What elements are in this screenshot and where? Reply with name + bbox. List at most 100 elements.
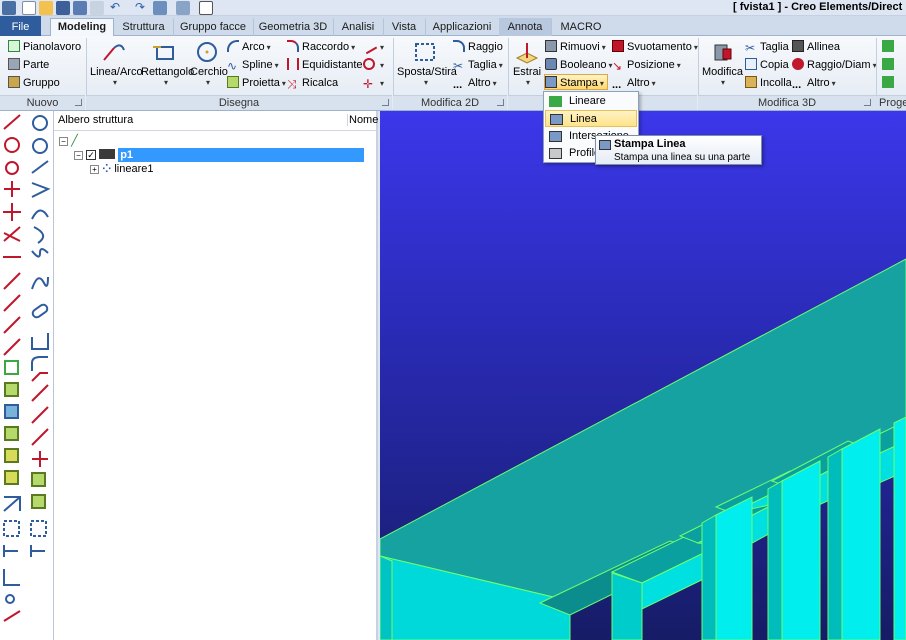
diagonal-line2-icon [3, 294, 21, 312]
window-icon[interactable] [199, 1, 213, 15]
visibility-checkbox[interactable]: ✓ [86, 150, 97, 160]
menu-item-lineare[interactable]: Lineare [545, 93, 637, 110]
incolla-button[interactable]: Incolla [745, 75, 792, 91]
raggio-2d-button[interactable]: Raggio [453, 39, 503, 55]
line-imprint-icon [550, 114, 563, 125]
modifica-button[interactable]: Modifica ▾ [702, 40, 743, 87]
tab-gruppo-facce[interactable]: Gruppo facce [173, 18, 253, 36]
part-node-icon [99, 149, 116, 159]
tab-geometria-3d[interactable]: Geometria 3D [253, 18, 333, 36]
tab-annota[interactable]: Annota [499, 18, 551, 36]
tab-vista[interactable]: Vista [383, 18, 425, 36]
block-3 [841, 428, 881, 640]
tree-node-root[interactable]: − ╱ [59, 134, 78, 148]
proietta-button[interactable]: Proietta ▾ [227, 75, 286, 91]
raggio-diam-button[interactable]: Raggio/Diam ▾ [792, 57, 877, 73]
circle-center-icon [4, 137, 20, 153]
modifica-2d-launcher-icon[interactable] [497, 99, 504, 106]
tab-file[interactable]: File [0, 16, 41, 36]
left-toolbar [0, 111, 54, 640]
altro-3d-button[interactable]: ... Altro ▾ [612, 75, 656, 91]
open-icon[interactable] [39, 1, 53, 15]
line-arc-icon [103, 44, 125, 61]
select-tools-icon[interactable] [176, 1, 190, 15]
tree-header-column[interactable]: Nome [347, 114, 378, 126]
remove-icon [545, 40, 557, 52]
modify-icon [714, 44, 732, 61]
collapse-icon[interactable]: − [74, 151, 83, 160]
posizione-button[interactable]: ↘ Posizione ▾ [612, 57, 681, 73]
collapse-icon[interactable]: − [59, 137, 68, 146]
save-icon[interactable] [56, 1, 70, 15]
sposta-stira-button[interactable]: Sposta/Stira ▾ [397, 40, 457, 87]
box-tool2-icon [4, 404, 19, 419]
tree-node-lineare1[interactable]: + ⁘ lineare1 [90, 162, 153, 176]
design-icon [882, 58, 894, 70]
save-all-icon[interactable] [73, 1, 87, 15]
linea-arco-button[interactable]: Linea/Arco ▾ [90, 40, 143, 87]
design-icon [882, 40, 894, 52]
copia-button[interactable]: Copia [745, 57, 789, 73]
progetta-item-1[interactable] [882, 39, 897, 55]
point-tools-dropdown[interactable]: ✛ ▾ [363, 75, 384, 91]
arc-icon [227, 40, 239, 52]
project-icon [227, 76, 239, 88]
nuovo-launcher-icon[interactable] [75, 99, 82, 106]
face-tool2-icon [4, 470, 19, 485]
pianolavoro-button[interactable]: Pianolavoro [8, 39, 81, 55]
tab-applicazioni[interactable]: Applicazioni [425, 18, 499, 36]
arco-button[interactable]: Arco ▾ [227, 39, 271, 55]
position-icon: ↘ [612, 59, 623, 73]
spline-button[interactable]: ∿ Spline ▾ [227, 57, 279, 73]
circle-icon [197, 42, 217, 62]
undo-icon[interactable]: ↶ [110, 1, 124, 15]
disegna-launcher-icon[interactable] [382, 99, 389, 106]
rimuovi-button[interactable]: Rimuovi ▾ [545, 39, 606, 55]
parte-button[interactable]: Parte [8, 57, 49, 73]
3d-viewport[interactable] [380, 111, 906, 640]
tree-tools-icon[interactable] [153, 1, 167, 15]
circle-tools-dropdown[interactable]: ▾ [363, 57, 384, 73]
stampa-button[interactable]: Stampa ▾ [544, 74, 608, 90]
svuotamento-button[interactable]: Svuotamento ▾ [612, 39, 698, 55]
print-preview-icon[interactable] [90, 1, 104, 15]
booleano-button[interactable]: Booleano ▾ [545, 57, 613, 73]
menu-item-linea[interactable]: Linea [545, 110, 637, 127]
tree-node-p1[interactable]: − ✓ p1 [74, 148, 375, 162]
slash-icon [31, 160, 49, 174]
move-right-icon [3, 545, 18, 557]
new-icon[interactable] [22, 1, 36, 15]
taglia-2d-button[interactable]: ✂ Taglia ▾ [453, 57, 503, 73]
rettangolo-button[interactable]: Rettangolo ▾ [141, 40, 194, 87]
raccordo-button[interactable]: Raccordo ▾ [287, 39, 355, 55]
taglia-3d-button[interactable]: ✂ Taglia [745, 39, 789, 55]
tab-analisi[interactable]: Analisi [333, 18, 383, 36]
progetta-item-3[interactable] [882, 75, 897, 91]
expand-icon[interactable]: + [90, 165, 99, 174]
tooltip: Stampa Linea Stampa una linea su una par… [595, 135, 762, 165]
tab-macro[interactable]: MACRO [551, 18, 611, 36]
ricalca-button[interactable]: ⤨ Ricalca [287, 75, 338, 91]
sketch-icon [3, 610, 21, 622]
cerchio-button[interactable]: Cerchio ▾ [190, 40, 228, 87]
line-tools-dropdown[interactable]: ▾ [360, 37, 384, 55]
circle-3pt-icon [5, 161, 19, 175]
s-curve-icon [31, 248, 49, 258]
gruppo-button[interactable]: Gruppo [8, 75, 60, 91]
arc-line-icon [3, 338, 21, 356]
allinea-button[interactable]: Allinea [792, 39, 840, 55]
altro-mod3d-button[interactable]: ... Altro ▾ [792, 75, 836, 91]
redo-icon[interactable]: ↷ [135, 1, 149, 15]
estrai-button[interactable]: Estrai ▾ [512, 40, 542, 87]
line-tool-icon [3, 114, 21, 130]
tab-modeling[interactable]: Modeling [50, 18, 114, 37]
box-tool3-icon [4, 426, 19, 441]
altro-2d-button[interactable]: ... Altro ▾ [453, 75, 497, 91]
modifica-3d-launcher-icon[interactable] [864, 99, 871, 106]
progetta-item-2[interactable] [882, 57, 897, 73]
equidistante-button[interactable]: Equidistante [287, 57, 363, 73]
tab-struttura[interactable]: Struttura [114, 18, 173, 36]
rectangle-tool-icon [4, 360, 19, 375]
zigzag-icon [31, 182, 51, 198]
app-menu-icon[interactable] [2, 1, 16, 15]
